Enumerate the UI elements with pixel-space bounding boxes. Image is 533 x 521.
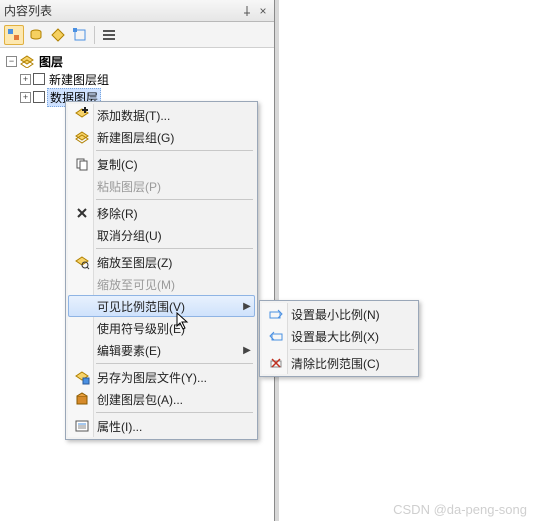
menu-separator — [96, 248, 253, 249]
root-label[interactable]: 图层 — [37, 53, 65, 70]
menu-separator — [96, 412, 253, 413]
map-canvas[interactable] — [275, 0, 533, 521]
menu-separator — [96, 363, 253, 364]
menu-zoom-layer[interactable]: 缩放至图层(Z) — [68, 251, 255, 273]
visibility-checkbox[interactable] — [33, 73, 45, 85]
menu-separator — [290, 349, 414, 350]
list-by-drawing-order-button[interactable] — [4, 25, 24, 45]
properties-icon — [69, 418, 95, 434]
submenu-arrow-icon: ▶ — [240, 301, 254, 312]
layer-context-menu: 添加数据(T)... 新建图层组(G) 复制(C) 粘贴图层(P) 移除(R) … — [65, 101, 258, 440]
menu-symbol-level[interactable]: 使用符号级别(E) — [68, 317, 255, 339]
pin-icon[interactable] — [242, 6, 256, 16]
scale-range-submenu: 设置最小比例(N) 设置最大比例(X) 清除比例范围(C) — [259, 300, 419, 377]
menu-properties[interactable]: 属性(I)... — [68, 415, 255, 437]
toolbar-separator — [94, 26, 95, 44]
menu-ungroup[interactable]: 取消分组(U) — [68, 224, 255, 246]
watermark: CSDN @da-peng-song — [393, 502, 527, 517]
menu-scale-range[interactable]: 可见比例范围(V) ▶ — [68, 295, 255, 317]
toc-toolbar — [0, 22, 274, 48]
menu-zoom-visible: 缩放至可见(M) — [68, 273, 255, 295]
menu-copy[interactable]: 复制(C) — [68, 153, 255, 175]
menu-label: 使用符号级别(E) — [95, 320, 254, 337]
collapse-icon[interactable]: − — [6, 56, 17, 67]
copy-icon — [69, 156, 95, 172]
clear-scale-icon — [263, 355, 289, 371]
tree-root-row[interactable]: − 图层 — [2, 52, 272, 70]
menu-edit-feature[interactable]: 编辑要素(E) ▶ — [68, 339, 255, 361]
child-label[interactable]: 新建图层组 — [47, 71, 111, 88]
submenu-set-min[interactable]: 设置最小比例(N) — [262, 303, 416, 325]
menu-label: 设置最大比例(X) — [289, 328, 415, 345]
zoom-layer-icon — [69, 254, 95, 270]
submenu-clear-scale[interactable]: 清除比例范围(C) — [262, 352, 416, 374]
new-group-icon — [69, 129, 95, 145]
menu-save-as-layer[interactable]: 另存为图层文件(Y)... — [68, 366, 255, 388]
menu-label: 粘贴图层(P) — [95, 178, 254, 195]
menu-label: 复制(C) — [95, 156, 254, 173]
menu-separator — [96, 199, 253, 200]
menu-label: 属性(I)... — [95, 418, 254, 435]
menu-label: 编辑要素(E) — [95, 342, 240, 359]
menu-label: 清除比例范围(C) — [289, 355, 415, 372]
menu-new-group[interactable]: 新建图层组(G) — [68, 126, 255, 148]
close-icon[interactable]: × — [256, 4, 270, 18]
menu-label: 新建图层组(G) — [95, 129, 254, 146]
panel-header: 内容列表 × — [0, 0, 274, 22]
expand-icon[interactable]: + — [20, 74, 31, 85]
menu-label: 移除(R) — [95, 205, 254, 222]
menu-paste: 粘贴图层(P) — [68, 175, 255, 197]
remove-icon — [69, 206, 95, 220]
menu-label: 创建图层包(A)... — [95, 391, 254, 408]
add-data-icon — [69, 107, 95, 123]
expand-icon[interactable]: + — [20, 92, 31, 103]
tree-child-row[interactable]: + 新建图层组 — [2, 70, 272, 88]
menu-create-package[interactable]: 创建图层包(A)... — [68, 388, 255, 410]
visibility-checkbox[interactable] — [33, 91, 45, 103]
list-by-visibility-button[interactable] — [48, 25, 68, 45]
panel-title: 内容列表 — [4, 2, 242, 19]
submenu-set-max[interactable]: 设置最大比例(X) — [262, 325, 416, 347]
set-max-scale-icon — [263, 328, 289, 344]
menu-label: 设置最小比例(N) — [289, 306, 415, 323]
layers-icon — [19, 54, 35, 68]
menu-label: 缩放至图层(Z) — [95, 254, 254, 271]
list-by-selection-button[interactable] — [70, 25, 90, 45]
menu-label: 添加数据(T)... — [95, 107, 254, 124]
menu-remove[interactable]: 移除(R) — [68, 202, 255, 224]
menu-add-data[interactable]: 添加数据(T)... — [68, 104, 255, 126]
menu-separator — [96, 150, 253, 151]
options-button[interactable] — [99, 25, 119, 45]
menu-label: 取消分组(U) — [95, 227, 254, 244]
package-icon — [69, 391, 95, 407]
menu-label: 缩放至可见(M) — [95, 276, 254, 293]
submenu-arrow-icon: ▶ — [240, 345, 254, 356]
menu-label: 可见比例范围(V) — [95, 298, 240, 315]
list-by-source-button[interactable] — [26, 25, 46, 45]
menu-label: 另存为图层文件(Y)... — [95, 369, 254, 386]
save-layer-icon — [69, 369, 95, 385]
set-min-scale-icon — [263, 306, 289, 322]
